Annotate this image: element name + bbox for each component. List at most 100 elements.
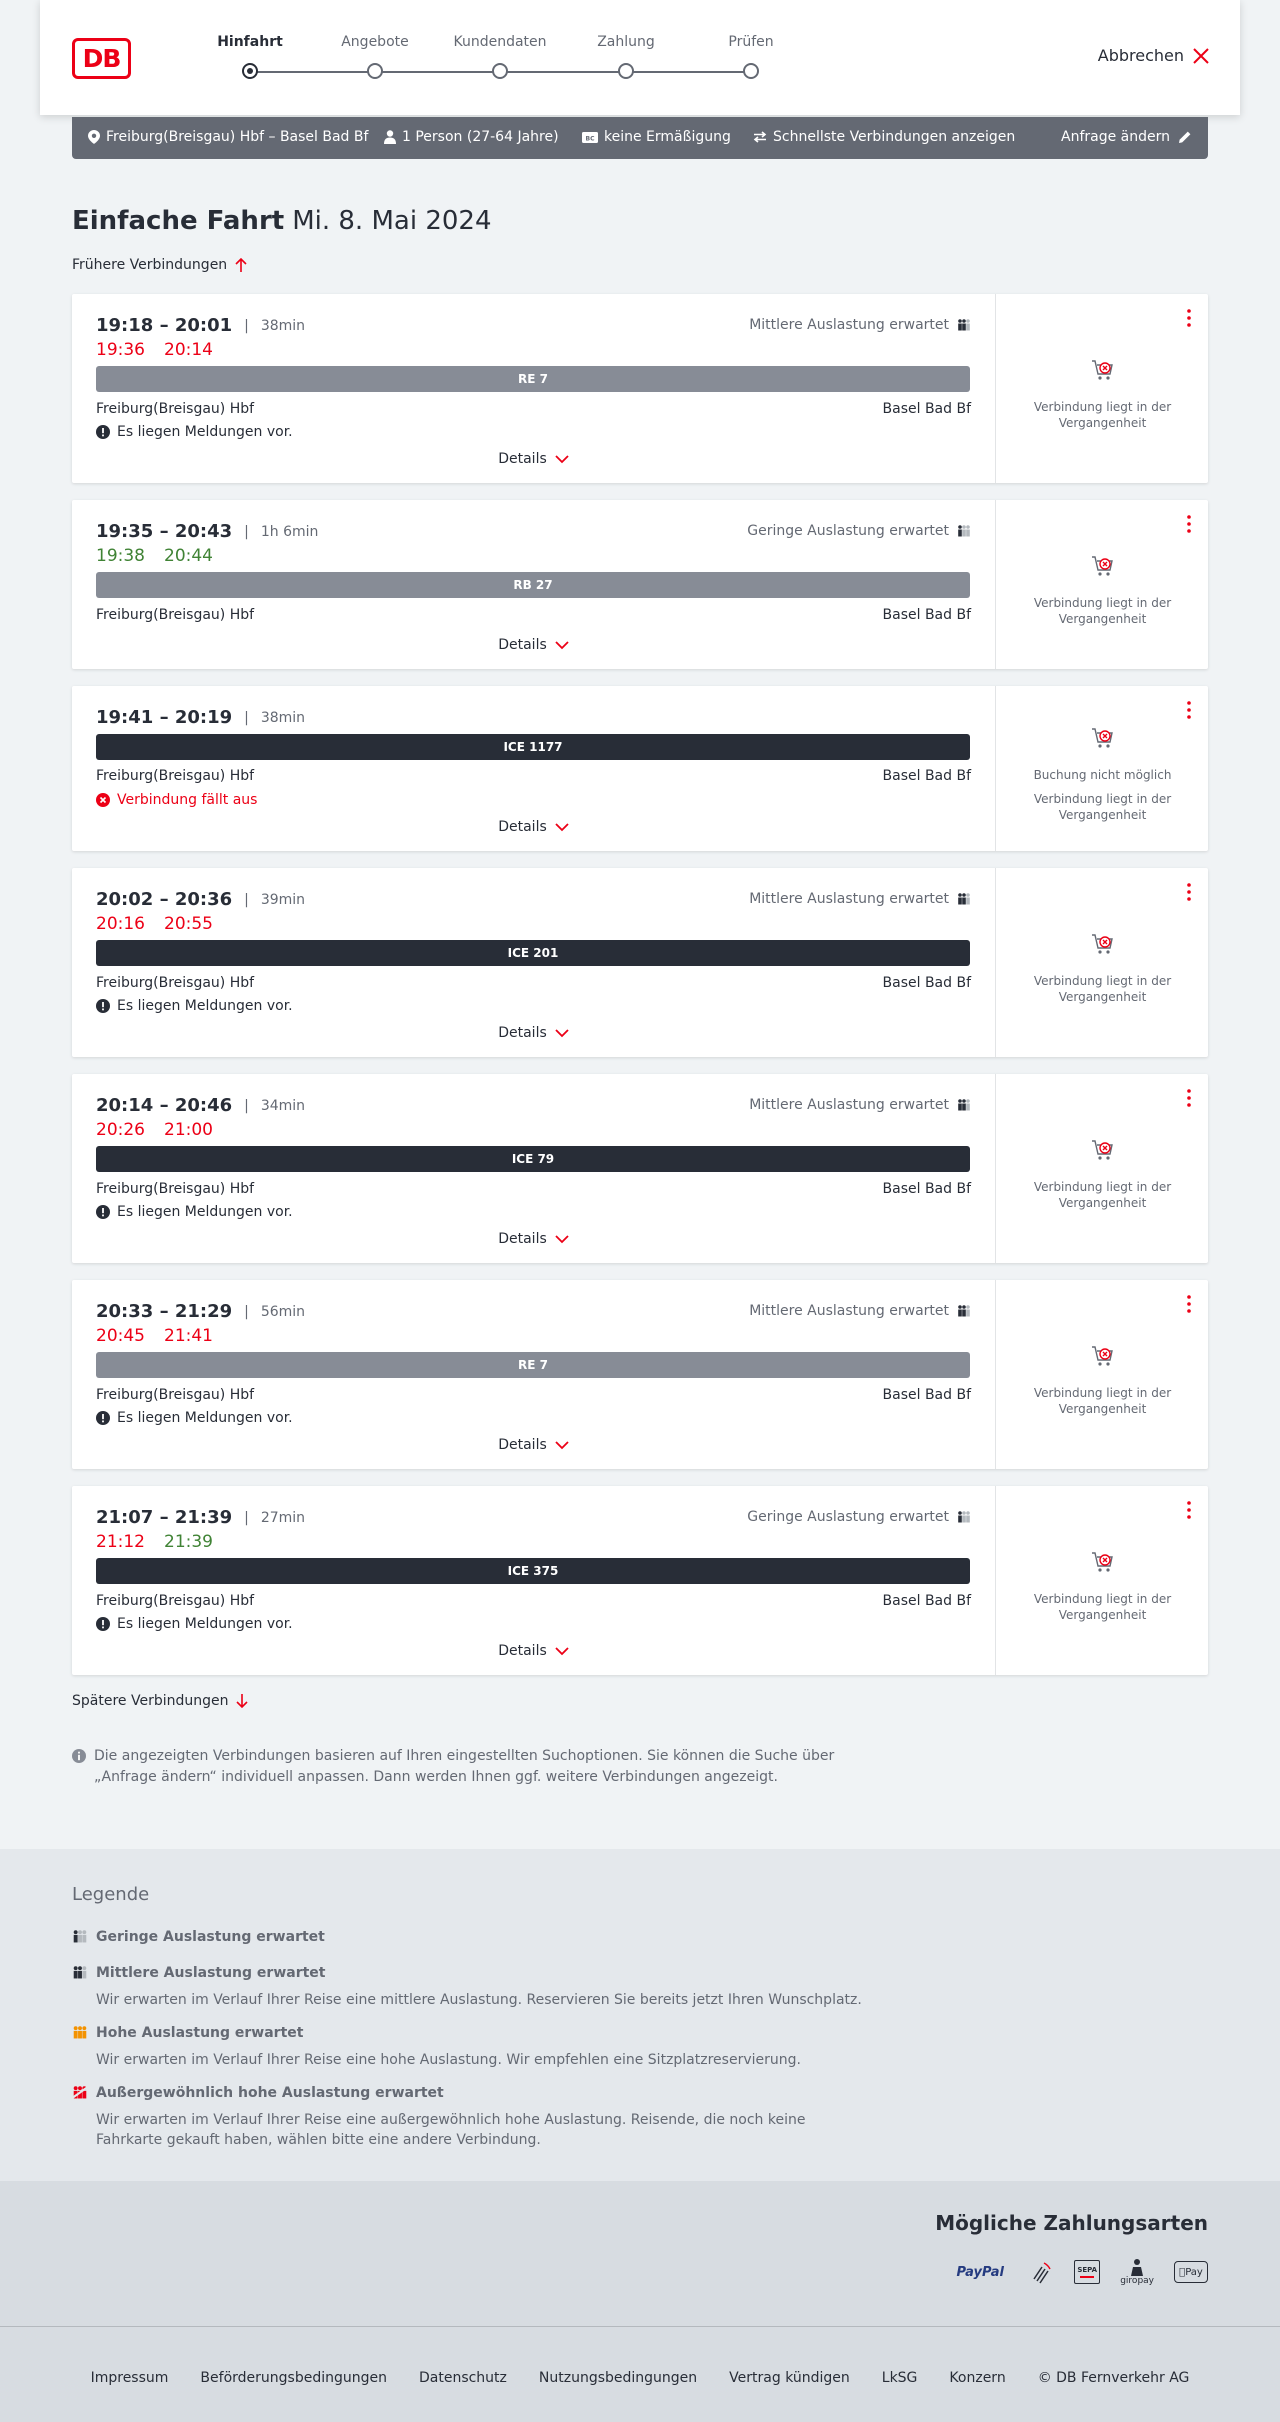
departure-station: Freiburg(Breisgau) Hbf [96,1181,255,1197]
footer-link-datenschutz[interactable]: Datenschutz [419,2370,507,2386]
details-toggle[interactable]: Details [72,637,995,653]
db-logo[interactable]: DB [72,38,131,79]
legend-item-high: Hohe Auslastung erwartet Wir erwarten im… [72,2025,872,2070]
train-bar[interactable]: ICE 375 [96,1558,970,1584]
occupancy-indicator: Mittlere Auslastung erwartet [749,1097,971,1113]
occupancy-low-icon [73,1930,87,1943]
step-hinfahrt: Hinfahrt [190,34,310,79]
arrival-station: Basel Bad Bf [882,1181,971,1197]
earlier-connections-link[interactable]: Frühere Verbindungen [72,257,247,273]
top-header: DB Hinfahrt Angebote Kundendaten Zahlung… [40,0,1240,115]
passenger-summary: 1 Person (27-64 Jahre) [384,129,559,145]
realtime-times: 20:16 20:55 [96,914,213,934]
departure-station: Freiburg(Breisgau) Hbf [96,607,255,623]
footer-link-befoerderungsbedingungen[interactable]: Beförderungsbedingungen [200,2370,387,2386]
more-options-icon[interactable] [1184,700,1194,720]
cart-unavailable-icon [1092,934,1113,954]
notice-message: Es liegen Meldungen vor. [96,1204,293,1220]
sepa-icon: SEPA [1074,2260,1101,2284]
page-footer: Impressum Beförderungsbedingungen Datens… [0,2326,1280,2422]
connection-times: 20:33 – 21:29 | 56min [96,1301,306,1322]
payment-methods-section: Mögliche Zahlungsarten PayPal SEPA girop… [0,2181,1280,2326]
fastest-connections-option: Schnellste Verbindungen anzeigen [753,129,1015,145]
occupancy-medium-icon [958,1099,970,1111]
footer-link-lksg[interactable]: LkSG [882,2370,918,2386]
occupancy-legend: Legende Geringe Auslastung erwartet Mitt… [0,1849,1280,2181]
arrow-down-icon [236,1694,249,1708]
booking-side-panel: Verbindung liegt in der Vergangenheit [995,500,1208,669]
svg-text:BC: BC [586,135,596,142]
occupancy-indicator: Geringe Auslastung erwartet [747,523,971,539]
cart-unavailable-icon [1092,1552,1113,1572]
details-toggle[interactable]: Details [72,819,995,835]
step-dot [492,63,508,79]
more-options-icon[interactable] [1184,514,1194,534]
train-bar[interactable]: RE 7 [96,366,970,392]
cancel-button[interactable]: Abbrechen [1098,46,1210,65]
realtime-times: 19:36 20:14 [96,340,213,360]
arrival-station: Basel Bad Bf [882,401,971,417]
details-toggle[interactable]: Details [72,451,995,467]
query-summary-bar: Freiburg(Breisgau) Hbf – Basel Bad Bf 1 … [72,117,1208,159]
legend-item-exceptional: Außergewöhnlich hohe Auslastung erwartet… [72,2085,872,2150]
notice-message: Es liegen Meldungen vor. [96,998,293,1014]
arrow-up-icon [235,258,247,272]
occupancy-indicator: Mittlere Auslastung erwartet [749,1303,971,1319]
chevron-down-icon [555,822,569,831]
train-bar[interactable]: ICE 79 [96,1146,970,1172]
occupancy-medium-icon [73,1966,87,1979]
step-kundendaten: Kundendaten [440,34,560,79]
step-dot [367,63,383,79]
departure-station: Freiburg(Breisgau) Hbf [96,975,255,991]
footer-link-konzern[interactable]: Konzern [949,2370,1005,2386]
cart-unavailable-icon [1092,1346,1113,1366]
train-bar[interactable]: RB 27 [96,572,970,598]
footer-link-impressum[interactable]: Impressum [91,2370,169,2386]
occupancy-medium-icon [958,1305,970,1317]
step-dot [242,63,258,79]
more-options-icon[interactable] [1184,1088,1194,1108]
step-zahlung: Zahlung [566,34,686,79]
connection-times: 20:02 – 20:36 | 39min [96,889,306,910]
more-options-icon[interactable] [1184,308,1194,328]
notice-message: Es liegen Meldungen vor. [96,424,293,440]
chevron-down-icon [555,454,569,463]
footer-link-nutzungsbedingungen[interactable]: Nutzungsbedingungen [539,2370,697,2386]
departure-station: Freiburg(Breisgau) Hbf [96,768,255,784]
person-icon [384,130,396,144]
more-options-icon[interactable] [1184,882,1194,902]
booking-side-panel: Verbindung liegt in der Vergangenheit [995,868,1208,1057]
more-options-icon[interactable] [1184,1500,1194,1520]
departure-station: Freiburg(Breisgau) Hbf [96,1387,255,1403]
booking-side-panel: Verbindung liegt in der Vergangenheit [995,294,1208,483]
more-options-icon[interactable] [1184,1294,1194,1314]
page-title: Einfache Fahrt Mi. 8. Mai 2024 [72,206,492,236]
edit-query-button[interactable]: Anfrage ändern [1061,129,1192,145]
connection-card: 20:14 – 20:46 | 34min 20:26 21:00 Mittlere … [72,1074,1208,1263]
details-toggle[interactable]: Details [72,1643,995,1659]
connection-times: 19:41 – 20:19 | 38min [96,707,306,728]
details-toggle[interactable]: Details [72,1025,995,1041]
paypal-icon: PayPal [956,2264,1004,2280]
notice-message: Es liegen Meldungen vor. [96,1616,293,1632]
train-bar[interactable]: ICE 201 [96,940,970,966]
location-pin-icon [88,130,100,144]
arrival-station: Basel Bad Bf [882,607,971,623]
chevron-down-icon [555,640,569,649]
train-bar[interactable]: ICE 1177 [96,734,970,760]
connection-card: 19:35 – 20:43 | 1h 6min 19:38 20:44 Geringe… [72,500,1208,669]
contactless-card-icon [1033,2262,1051,2284]
arrival-station: Basel Bad Bf [882,768,971,784]
pencil-icon [1179,131,1191,143]
footer-link-vertrag-kuendigen[interactable]: Vertrag kündigen [729,2370,850,2386]
occupancy-indicator: Mittlere Auslastung erwartet [749,317,971,333]
train-bar[interactable]: RE 7 [96,1352,970,1378]
chevron-down-icon [555,1234,569,1243]
arrival-station: Basel Bad Bf [882,1593,971,1609]
later-connections-link[interactable]: Spätere Verbindungen [72,1693,249,1709]
details-toggle[interactable]: Details [72,1231,995,1247]
connection-card: 20:02 – 20:36 | 39min 20:16 20:55 Mittlere … [72,868,1208,1057]
details-toggle[interactable]: Details [72,1437,995,1453]
connection-card: 19:41 – 20:19 | 38min ICE 1177 Freiburg(Br… [72,686,1208,851]
payment-title: Mögliche Zahlungsarten [935,2211,1208,2235]
